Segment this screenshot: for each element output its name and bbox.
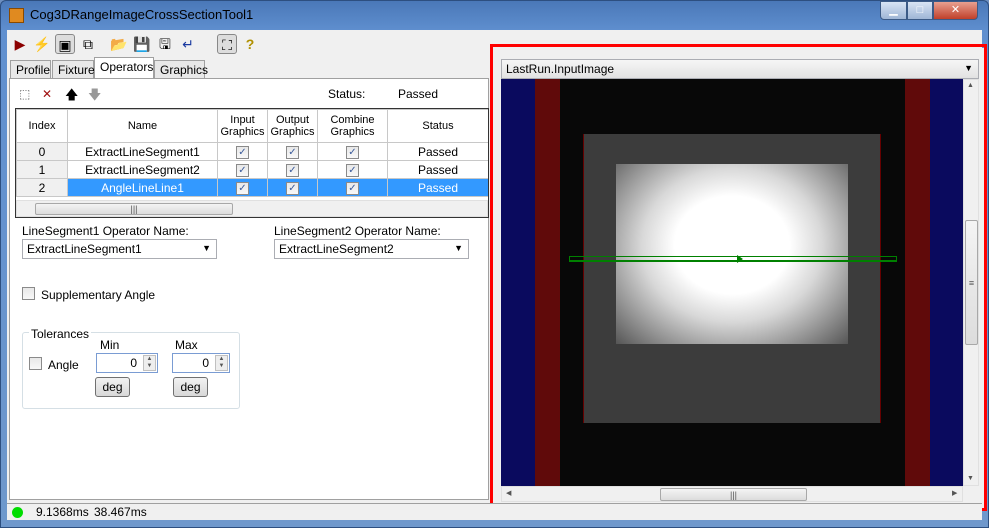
select-icon[interactable]: ⛶: [217, 34, 237, 54]
status-label: Status:: [328, 87, 366, 101]
save-icon[interactable]: 💾: [132, 34, 152, 54]
min-angle-input[interactable]: 0 ▲ ▼: [96, 353, 158, 373]
status-value: Passed: [398, 87, 439, 101]
table-hscroll-thumb[interactable]: |||: [35, 203, 233, 215]
table-row-selected[interactable]: 2 AngleLineLine1 ✓ ✓ ✓ Passed: [16, 178, 488, 197]
combine-graphics-checkbox[interactable]: ✓: [346, 182, 359, 195]
highlight-box: [490, 44, 987, 511]
row-name[interactable]: AngleLineLine1: [67, 178, 218, 197]
run-time-1: 9.1368ms: [36, 505, 89, 519]
col-index[interactable]: Index: [16, 109, 68, 143]
help-icon[interactable]: ?: [240, 34, 260, 54]
table-row[interactable]: 0 ExtractLineSegment1 ✓ ✓ ✓ Passed: [16, 142, 488, 161]
output-graphics-checkbox[interactable]: ✓: [286, 182, 299, 195]
row-status: Passed: [387, 160, 488, 179]
supplementary-angle-label: Supplementary Angle: [41, 288, 156, 302]
minimize-button[interactable]: ▁: [880, 1, 907, 20]
max-label: Max: [175, 338, 198, 352]
input-graphics-checkbox[interactable]: ✓: [236, 164, 249, 177]
row-status: Passed: [387, 142, 488, 161]
status-indicator-icon: [12, 507, 23, 518]
output-graphics-checkbox[interactable]: ✓: [286, 164, 299, 177]
tab-graphics[interactable]: Graphics: [154, 60, 208, 78]
combine-graphics-checkbox[interactable]: ✓: [346, 146, 359, 159]
max-angle-input[interactable]: 0 ▲ ▼: [172, 353, 230, 373]
show-all-icon[interactable]: ▣: [55, 34, 75, 54]
max-angle-stepper[interactable]: ▲ ▼: [215, 355, 228, 371]
supplementary-angle-checkbox[interactable]: [22, 287, 35, 300]
min-angle-value: 0: [130, 356, 137, 370]
seg1-dropdown[interactable]: ExtractLineSegment1 ▼: [22, 239, 217, 259]
row-index: 0: [16, 142, 68, 161]
row-name[interactable]: ExtractLineSegment2: [67, 160, 218, 179]
move-down-icon[interactable]: 🡇: [88, 86, 101, 108]
angle-label: Angle: [48, 358, 79, 372]
output-graphics-checkbox[interactable]: ✓: [286, 146, 299, 159]
chevron-down-icon: ▼: [454, 243, 463, 253]
input-graphics-checkbox[interactable]: ✓: [236, 146, 249, 159]
row-index: 1: [16, 160, 68, 179]
max-angle-value: 0: [202, 356, 209, 370]
tolerances-title: Tolerances: [29, 327, 92, 341]
combine-graphics-checkbox[interactable]: ✓: [346, 164, 359, 177]
add-operator-icon[interactable]: ⬚: [19, 87, 30, 101]
row-name[interactable]: ExtractLineSegment1: [67, 142, 218, 161]
input-graphics-checkbox[interactable]: ✓: [236, 182, 249, 195]
seg2-value: ExtractLineSegment2: [279, 242, 394, 256]
window-title: Cog3DRangeImageCrossSectionTool1: [30, 7, 254, 22]
move-up-icon[interactable]: 🡅: [65, 86, 78, 108]
seg1-label: LineSegment1 Operator Name:: [22, 224, 189, 238]
tab-profile[interactable]: Profile: [10, 60, 51, 78]
run-icon[interactable]: ▶: [10, 34, 30, 54]
col-combine-graphics[interactable]: Combine Graphics: [317, 109, 388, 143]
status-bar: [7, 503, 982, 520]
angle-checkbox[interactable]: [29, 357, 42, 370]
col-name[interactable]: Name: [67, 109, 218, 143]
open-icon[interactable]: 📂: [109, 34, 129, 54]
col-output-graphics[interactable]: Output Graphics: [267, 109, 318, 143]
float-icon[interactable]: ⧉: [78, 34, 98, 54]
seg2-dropdown[interactable]: ExtractLineSegment2 ▼: [274, 239, 469, 259]
delete-operator-icon[interactable]: ✕: [42, 87, 52, 101]
col-status[interactable]: Status: [387, 109, 488, 143]
min-label: Min: [100, 338, 120, 352]
min-unit-button[interactable]: deg: [95, 377, 130, 397]
max-unit-button[interactable]: deg: [173, 377, 208, 397]
close-button[interactable]: ✕: [933, 1, 978, 20]
chevron-down-icon: ▼: [202, 243, 211, 253]
table-hscrollbar[interactable]: |||: [16, 200, 488, 217]
operators-table: Index Name Input Graphics Output Graphic…: [15, 108, 489, 218]
min-angle-stepper[interactable]: ▲ ▼: [143, 355, 156, 371]
save-as-icon[interactable]: 🖫: [155, 34, 175, 54]
run-time-2: 38.467ms: [94, 505, 147, 519]
seg2-label: LineSegment2 Operator Name:: [274, 224, 441, 238]
row-index: 2: [16, 178, 68, 197]
maximize-button[interactable]: □: [907, 1, 933, 20]
row-status: Passed: [387, 178, 488, 197]
electric-icon[interactable]: ⚡: [32, 34, 52, 54]
reset-icon[interactable]: ↵: [178, 34, 198, 54]
app-icon: [9, 8, 24, 23]
table-row[interactable]: 1 ExtractLineSegment2 ✓ ✓ ✓ Passed: [16, 160, 488, 179]
seg1-value: ExtractLineSegment1: [27, 242, 142, 256]
col-input-graphics[interactable]: Input Graphics: [217, 109, 268, 143]
tab-operators[interactable]: Operators: [94, 57, 154, 79]
tab-fixture[interactable]: Fixture: [52, 60, 95, 78]
